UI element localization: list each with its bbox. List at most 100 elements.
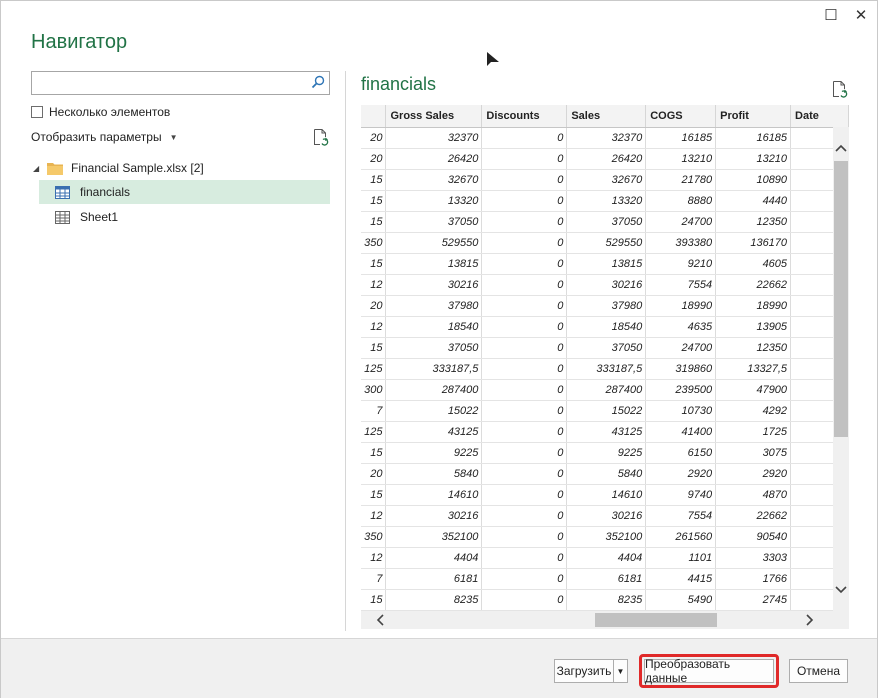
table-cell: 26420 [385, 148, 483, 170]
table-cell: 0 [481, 379, 568, 401]
table-row: 35052955005295503933801361700. [361, 232, 849, 254]
table-cell: 9210 [645, 253, 717, 275]
table-cell: 5840 [566, 463, 647, 485]
table-cell: 16185 [715, 127, 792, 149]
table-cell: 0 [481, 274, 568, 296]
table-row: 20584005840292029200. [361, 463, 849, 485]
table-cell: 43125 [566, 421, 647, 443]
dialog-title: Навигатор [31, 31, 128, 53]
table-cell: 2920 [715, 463, 792, 485]
table-cell: 37050 [566, 211, 647, 233]
table-cell: 6181 [385, 568, 483, 590]
table-header-row: Gross Sales Discounts Sales COGS Profit Date [361, 105, 849, 128]
cancel-button[interactable]: Отмена [789, 659, 848, 683]
table-cell: 15022 [385, 400, 483, 422]
table-row: 153705003705024700123500. [361, 211, 849, 233]
scroll-left-icon[interactable] [371, 611, 389, 629]
table-cell: 529550 [566, 232, 647, 254]
table-cell: 261560 [645, 526, 717, 548]
tree-item-label: Sheet1 [80, 210, 119, 224]
transform-data-button[interactable]: Преобразовать данные [644, 657, 774, 685]
table-cell: 0 [481, 463, 568, 485]
horizontal-scrollbar[interactable] [361, 611, 849, 629]
table-cell: 13905 [715, 316, 792, 338]
maximize-button[interactable]: ☐ [820, 5, 842, 25]
table-cell: 20 [361, 463, 387, 485]
table-cell: 0 [481, 169, 568, 191]
preview-grid[interactable]: Gross Sales Discounts Sales COGS Profit Date … [361, 105, 849, 629]
table-cell: 0 [481, 253, 568, 275]
table-cell: 0 [481, 148, 568, 170]
table-cell: 0 [481, 358, 568, 380]
chevron-down-icon: ▼ [616, 666, 625, 676]
table-cell: 350 [361, 526, 387, 548]
table-cell: 287400 [566, 379, 647, 401]
table-cell: 4404 [566, 547, 647, 569]
table-cell: 0 [481, 589, 568, 611]
table-cell: 37050 [566, 337, 647, 359]
column-header[interactable]: Gross Sales [385, 105, 483, 128]
table-cell: 15 [361, 589, 387, 611]
table-cell: 15 [361, 253, 387, 275]
table-row: 15823508235549027450. [361, 589, 849, 611]
table-cell: 4292 [715, 400, 792, 422]
refresh-preview-icon[interactable] [831, 80, 849, 98]
search-input[interactable] [34, 73, 304, 93]
tree-item-financials[interactable]: financials [39, 180, 330, 204]
column-header[interactable]: Sales [566, 105, 647, 128]
table-cell: 136170 [715, 232, 792, 254]
table-cell: 15 [361, 337, 387, 359]
table-cell: 10890 [715, 169, 792, 191]
close-icon: ✕ [854, 6, 868, 24]
table-cell: 3303 [715, 547, 792, 569]
table-cell: 30216 [385, 505, 483, 527]
table-cell: 0 [481, 127, 568, 149]
table-cell: 15 [361, 442, 387, 464]
load-dropdown-button[interactable]: ▼ [613, 659, 628, 683]
table-cell: 20 [361, 127, 387, 149]
panel-divider[interactable] [345, 71, 346, 631]
table-cell: 0 [481, 295, 568, 317]
column-header[interactable]: Profit [715, 105, 792, 128]
table-cell: 7 [361, 568, 387, 590]
table-cell: 0 [481, 421, 568, 443]
table-cell: 14610 [566, 484, 647, 506]
table-cell: 6150 [645, 442, 717, 464]
preview-title: financials [361, 74, 437, 94]
table-cell: 10730 [645, 400, 717, 422]
table-cell: 0 [481, 316, 568, 338]
column-header[interactable]: Date [790, 105, 849, 128]
table-cell: 18990 [715, 295, 792, 317]
tree-item-sheet1[interactable]: Sheet1 [39, 205, 330, 229]
table-cell: 3075 [715, 442, 792, 464]
table-cell: 1766 [715, 568, 792, 590]
multi-select-option[interactable]: Несколько элементов [31, 104, 170, 120]
table-cell: 37980 [566, 295, 647, 317]
display-options-dropdown[interactable]: Отобразить параметры ▼ [31, 130, 178, 144]
scroll-up-icon[interactable] [833, 139, 849, 157]
refresh-icon[interactable] [312, 128, 330, 146]
column-header[interactable]: Discounts [481, 105, 568, 128]
vertical-scrollbar[interactable] [833, 127, 849, 611]
column-header[interactable]: COGS [645, 105, 717, 128]
column-header[interactable] [361, 105, 387, 128]
horizontal-scroll-thumb[interactable] [595, 613, 717, 627]
table-row: 12185400185404635139050. [361, 316, 849, 338]
search-box[interactable] [31, 71, 330, 95]
table-cell: 4635 [645, 316, 717, 338]
expand-arrow-icon[interactable]: ◢ [33, 164, 47, 173]
table-cell: 0 [481, 484, 568, 506]
table-cell: 32670 [566, 169, 647, 191]
table-cell: 4870 [715, 484, 792, 506]
tree-root-file[interactable]: ◢ Financial Sample.xlsx [2] [33, 156, 204, 180]
vertical-scroll-thumb[interactable] [834, 161, 848, 437]
table-cell: 125 [361, 421, 387, 443]
multi-select-checkbox[interactable] [31, 106, 43, 118]
close-button[interactable]: ✕ [850, 5, 872, 25]
search-icon[interactable] [311, 75, 325, 89]
scroll-down-icon[interactable] [833, 581, 849, 599]
scroll-right-icon[interactable] [801, 611, 819, 629]
table-cell: 22662 [715, 505, 792, 527]
load-button[interactable]: Загрузить [554, 659, 614, 683]
table-cell: 26420 [566, 148, 647, 170]
